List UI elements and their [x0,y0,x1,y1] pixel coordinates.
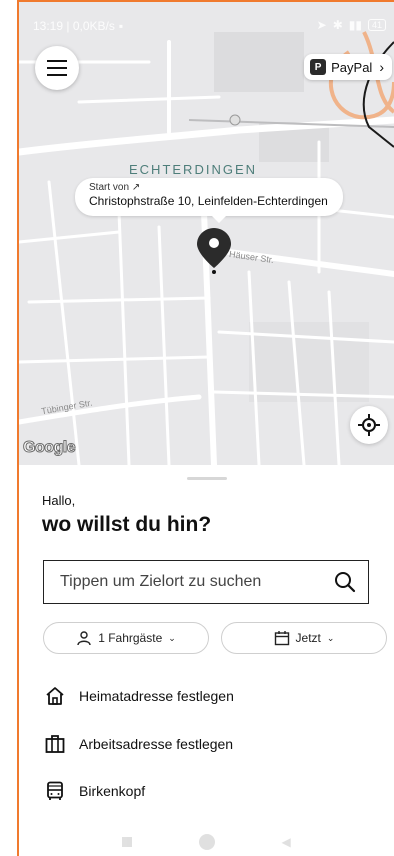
recent-label: Birkenkopf [79,783,146,799]
home-label: Heimatadresse festlegen [79,688,234,704]
start-location-bubble[interactable]: Start von ↗ Christophstraße 10, Leinfeld… [75,178,343,223]
frame-border-top [17,0,394,2]
calendar-icon [274,631,289,646]
frame-border-left [17,0,19,856]
chevron-right-icon: › [379,59,384,75]
status-time-network: 13:19 | 0,0KB/s [33,19,115,33]
home-icon [46,687,64,705]
list-item-work[interactable]: Arbeitsadresse festlegen [45,734,233,754]
time-label: Jetzt [295,631,321,645]
android-nav-bar: ◀ [19,829,394,855]
location-pin-icon[interactable] [197,228,231,270]
nav-home-icon[interactable] [198,834,215,850]
menu-button[interactable] [35,46,79,90]
passengers-selector[interactable]: 1 Fahrgäste ⌄ [43,622,209,654]
person-icon [77,631,91,646]
my-location-button[interactable] [350,406,388,444]
start-address: Christophstraße 10, Leinfelden-Echterdin… [89,194,328,208]
location-arrow-icon: ➤ [316,18,327,32]
nav-recents-icon[interactable] [122,837,133,847]
destination-search-box[interactable] [43,560,369,604]
pin-anchor-dot [212,270,216,274]
passengers-label: 1 Fahrgäste [98,631,163,645]
chevron-down-icon: ⌄ [326,632,335,643]
list-item-recent[interactable]: Birkenkopf [45,781,145,801]
nav-back-icon[interactable]: ◀ [281,835,290,849]
bottom-sheet: Hallo, wo willst du hin? 1 Fahrgäste ⌄ [19,465,394,856]
search-icon[interactable] [334,571,356,593]
notification-icon: ▪ [118,19,124,33]
destination-question: wo willst du hin? [42,513,212,536]
paypal-label: PayPal [331,59,373,75]
status-bar: 13:19 | 0,0KB/s ▪ ➤ ✱ ▮▮ 41 [19,2,394,33]
greeting-text: Hallo, [42,493,76,508]
app-screen: 13:19 | 0,0KB/s ▪ ➤ ✱ ▮▮ 41 P PayPal › E… [19,2,394,856]
bus-icon [47,781,63,800]
map-view[interactable]: 13:19 | 0,0KB/s ▪ ➤ ✱ ▮▮ 41 P PayPal › E… [19,2,394,465]
paypal-logo-icon: P [310,59,327,75]
signal-icon: ▮▮ [348,18,362,32]
paypal-payment-button[interactable]: P PayPal › [304,54,392,80]
chevron-down-icon: ⌄ [168,632,176,643]
battery-icon: 41 [367,19,386,31]
hamburger-icon [47,60,67,76]
bluetooth-icon: ✱ [332,18,343,32]
list-item-home[interactable]: Heimatadresse festlegen [45,686,234,706]
crosshair-icon [358,414,380,436]
destination-search-input[interactable] [60,573,320,591]
google-attribution-logo: Google [22,439,76,457]
map-city-label: ECHTERDINGEN [129,162,258,177]
arrow-up-right-icon: ↗ [131,182,141,193]
start-prefix: Start von [89,182,130,193]
briefcase-icon [45,735,65,753]
time-selector[interactable]: Jetzt ⌄ [221,622,387,654]
work-label: Arbeitsadresse festlegen [79,736,234,752]
sheet-drag-handle[interactable] [187,477,227,480]
